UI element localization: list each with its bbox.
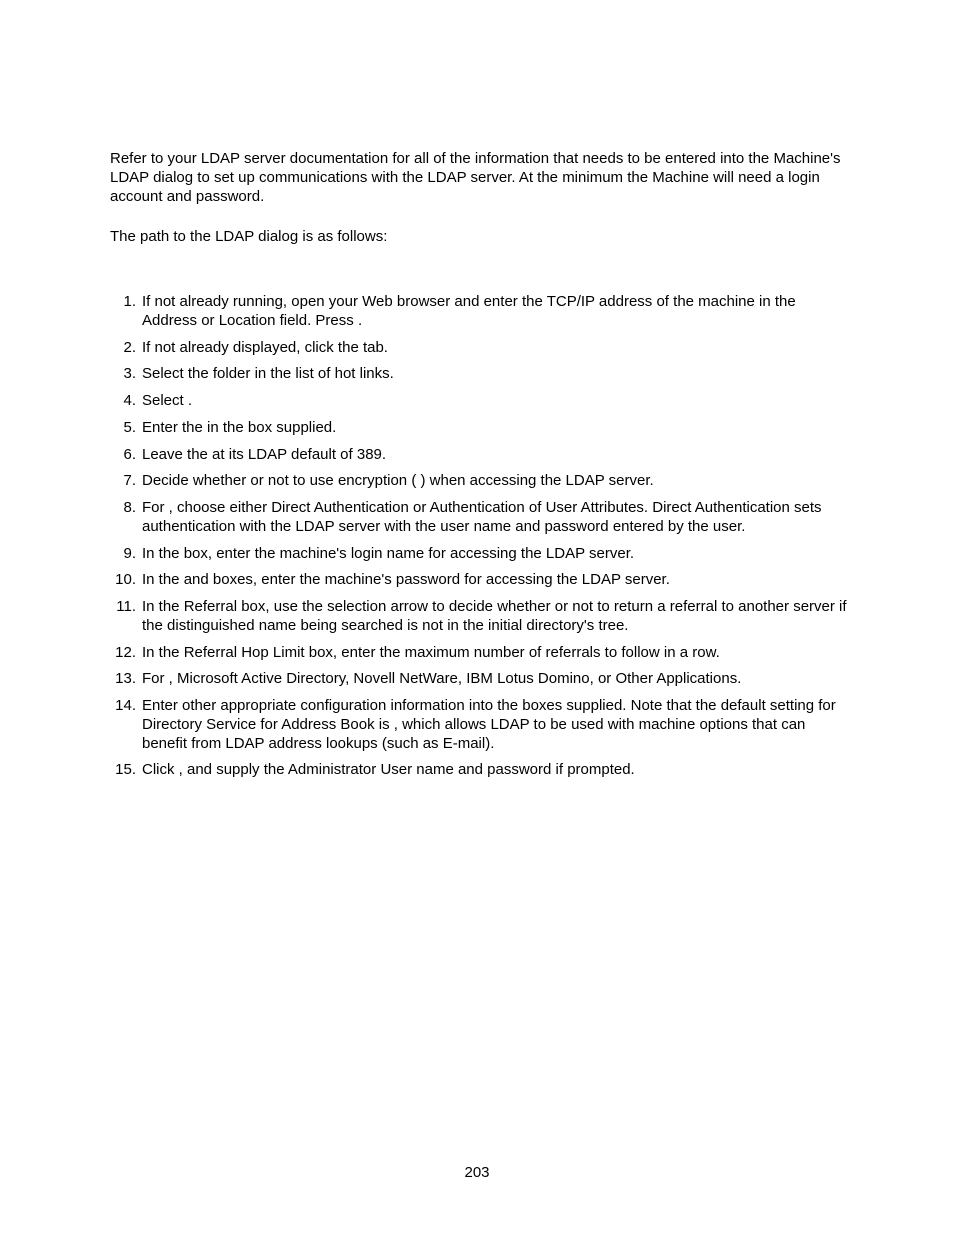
- step-text: Select .: [142, 392, 192, 409]
- step-item: 7. Decide whether or not to use encryptio…: [110, 472, 849, 491]
- step-item: 1. If not already running, open your Web …: [110, 293, 849, 331]
- step-text: In the and boxes, enter the machine's pa…: [142, 571, 670, 588]
- step-text: Select the folder in the list of hot lin…: [142, 365, 394, 382]
- step-item: 4. Select .: [110, 392, 849, 411]
- step-text: If not already displayed, click the tab.: [142, 339, 388, 356]
- document-page: Refer to your LDAP server documentation …: [0, 0, 954, 1235]
- step-text: Click , and supply the Administrator Use…: [142, 761, 635, 778]
- step-item: 3. Select the folder in the list of hot l…: [110, 365, 849, 384]
- step-number: 5.: [110, 419, 136, 438]
- step-text: In the Referral Hop Limit box, enter the…: [142, 644, 720, 661]
- step-text: Enter the in the box supplied.: [142, 419, 336, 436]
- step-item: 12. In the Referral Hop Limit box, enter …: [110, 644, 849, 663]
- path-line: The path to the LDAP dialog is as follow…: [110, 228, 849, 247]
- step-text: Enter other appropriate configuration in…: [142, 697, 836, 752]
- step-number: 14.: [110, 697, 136, 716]
- step-text: For , Microsoft Active Directory, Novell…: [142, 670, 741, 687]
- step-number: 4.: [110, 392, 136, 411]
- step-number: 2.: [110, 339, 136, 358]
- step-text: Leave the at its LDAP default of 389.: [142, 446, 386, 463]
- step-item: 2. If not already displayed, click the ta…: [110, 339, 849, 358]
- steps-list: 1. If not already running, open your Web …: [110, 293, 849, 780]
- step-item: 15. Click , and supply the Administrator …: [110, 761, 849, 780]
- step-number: 12.: [110, 644, 136, 663]
- page-number: 203: [0, 1164, 954, 1183]
- step-text: In the Referral box, use the selection a…: [142, 598, 847, 634]
- step-item: 13. For , Microsoft Active Directory, Nov…: [110, 670, 849, 689]
- step-number: 15.: [110, 761, 136, 780]
- step-number: 10.: [110, 571, 136, 590]
- step-item: 9. In the box, enter the machine's login …: [110, 545, 849, 564]
- step-text: For , choose either Direct Authenticatio…: [142, 499, 822, 535]
- step-number: 7.: [110, 472, 136, 491]
- step-item: 6. Leave the at its LDAP default of 389.: [110, 446, 849, 465]
- step-item: 14. Enter other appropriate configuration…: [110, 697, 849, 753]
- intro-paragraph: Refer to your LDAP server documentation …: [110, 150, 849, 206]
- step-item: 11. In the Referral box, use the selectio…: [110, 598, 849, 636]
- step-number: 6.: [110, 446, 136, 465]
- step-item: 10. In the and boxes, enter the machine's…: [110, 571, 849, 590]
- step-text: If not already running, open your Web br…: [142, 293, 796, 329]
- step-number: 11.: [110, 598, 136, 617]
- step-text: In the box, enter the machine's login na…: [142, 545, 634, 562]
- step-item: 8. For , choose either Direct Authenticat…: [110, 499, 849, 537]
- step-text: Decide whether or not to use encryption …: [142, 472, 654, 489]
- step-number: 9.: [110, 545, 136, 564]
- step-item: 5. Enter the in the box supplied.: [110, 419, 849, 438]
- step-number: 3.: [110, 365, 136, 384]
- step-number: 1.: [110, 293, 136, 312]
- step-number: 13.: [110, 670, 136, 689]
- step-number: 8.: [110, 499, 136, 518]
